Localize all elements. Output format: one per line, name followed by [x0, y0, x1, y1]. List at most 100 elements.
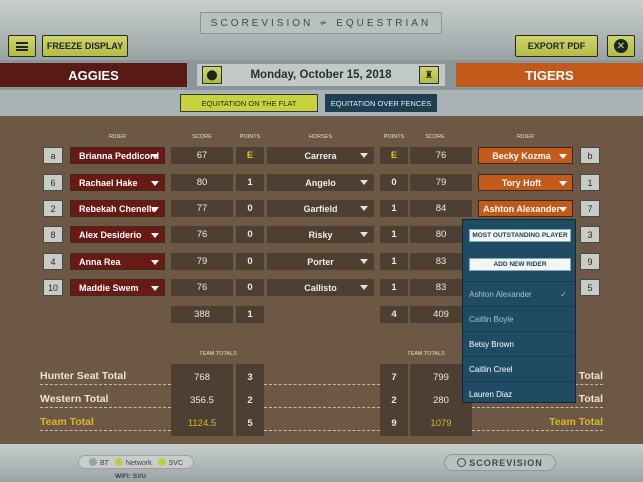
right-score[interactable]: 76: [410, 147, 472, 164]
horse-select[interactable]: Porter: [267, 253, 374, 270]
left-rider-select[interactable]: Brianna Peddicord: [70, 147, 165, 164]
export-pdf-button[interactable]: EXPORT PDF: [515, 35, 598, 57]
most-outstanding-player-button[interactable]: MOST OUTSTANDING PLAYER: [469, 229, 571, 242]
right-rider-select[interactable]: Tory Hoft: [478, 174, 573, 191]
right-rider-number[interactable]: 1: [580, 174, 600, 191]
left-score[interactable]: 76: [171, 279, 233, 296]
right-rider-number[interactable]: 3: [580, 226, 600, 243]
scoreboard-app: SCOREVISION ≁ EQUESTRIAN FREEZE DISPLAY …: [0, 0, 643, 482]
right-score[interactable]: 79: [410, 174, 472, 191]
left-rider-select[interactable]: Alex Desiderio: [70, 226, 165, 243]
bt-status: BT: [88, 457, 109, 467]
horse-name: Carrera: [304, 150, 337, 161]
left-rider-number[interactable]: 6: [43, 174, 63, 191]
left-rider-number[interactable]: a: [43, 147, 63, 164]
dropdown-item-ashton-alexander[interactable]: Ashton Alexander ✓: [463, 281, 575, 306]
col-score-left: SCORE: [192, 134, 212, 140]
left-score[interactable]: 76: [171, 226, 233, 243]
tab-equitation-fences[interactable]: EQUITATION OVER FENCES: [325, 94, 437, 112]
judge-button[interactable]: ♜: [419, 66, 439, 84]
bt-label: BT: [99, 459, 109, 467]
dashed-divider: [264, 407, 380, 408]
left-rider-select[interactable]: Rebekah Chenelle: [70, 200, 165, 217]
network-dot-icon: [114, 457, 123, 466]
dashed-divider: [40, 430, 171, 431]
chevron-down-icon: [360, 180, 368, 185]
total-label-left: Hunter Seat Total: [40, 370, 127, 382]
left-total-score: 1124.5: [187, 418, 217, 429]
left-total-points: 3: [247, 372, 253, 383]
close-button[interactable]: ✕: [607, 35, 635, 57]
dropdown-item-lauren-diaz[interactable]: Lauren Diaz: [463, 381, 575, 406]
total-label-right: Total: [578, 370, 603, 382]
left-total-score: 768: [194, 372, 210, 383]
rider-name: Tory Hoft: [501, 177, 542, 188]
horse-name: Callisto: [304, 282, 337, 293]
rider-name: Alex Desiderio: [79, 229, 142, 240]
dropdown-pointer: [462, 208, 562, 218]
location-button[interactable]: ⬤: [202, 66, 222, 84]
col-points-right: POINTS: [383, 134, 405, 140]
menu-button[interactable]: [8, 35, 36, 57]
dropdown-item-caitlin-creel[interactable]: Caitlin Creel: [463, 356, 575, 381]
right-points: 1: [380, 279, 408, 296]
left-points: 0: [236, 253, 264, 270]
away-team-name: TIGERS: [456, 63, 643, 87]
total-label-left: Western Total: [40, 393, 109, 405]
right-total-points: 9: [391, 418, 397, 429]
horse-select[interactable]: Garfield: [267, 200, 374, 217]
dropdown-item-label: Betsy Brown: [469, 339, 514, 349]
left-rider-select[interactable]: Anna Rea: [70, 253, 165, 270]
right-rider-number[interactable]: 9: [580, 253, 600, 270]
dashed-divider: [472, 407, 603, 408]
left-score-subtotal: 388: [171, 306, 233, 323]
left-score[interactable]: 79: [171, 253, 233, 270]
rider-name: Anna Rea: [79, 256, 121, 267]
bt-dot-icon: [88, 457, 97, 466]
horse-select[interactable]: Risky: [267, 226, 374, 243]
left-rider-select[interactable]: Maddie Swem: [70, 279, 165, 296]
dropdown-item-betsy-brown[interactable]: Betsy Brown: [463, 331, 575, 356]
left-rider-number[interactable]: 4: [43, 253, 63, 270]
left-score[interactable]: 67: [171, 147, 233, 164]
total-label-right: Team Total: [549, 416, 603, 428]
left-total-points: 5: [247, 418, 253, 429]
horse-select[interactable]: Callisto: [267, 279, 374, 296]
right-rider-number[interactable]: 7: [580, 200, 600, 217]
dashed-divider: [264, 384, 380, 385]
dashed-divider: [40, 407, 171, 408]
horse-name: Garfield: [303, 203, 338, 214]
chevron-down-icon: [360, 285, 368, 290]
left-rider-number[interactable]: 2: [43, 200, 63, 217]
right-rider-number[interactable]: b: [580, 147, 600, 164]
left-score[interactable]: 80: [171, 174, 233, 191]
chevron-down-icon: [151, 181, 159, 186]
tab-bar: [0, 90, 643, 116]
rider-name: Maddie Swem: [79, 282, 139, 293]
left-rider-number[interactable]: 8: [43, 226, 63, 243]
chevron-down-icon: [151, 154, 159, 159]
freeze-display-button[interactable]: FREEZE DISPLAY: [42, 35, 128, 57]
right-rider-number[interactable]: 5: [580, 279, 600, 296]
horse-select[interactable]: Carrera: [267, 147, 374, 164]
left-points: E: [236, 147, 264, 164]
left-rider-number[interactable]: 10: [43, 279, 63, 296]
horse-select[interactable]: Angelo: [267, 174, 374, 191]
right-total-points: 2: [391, 395, 397, 406]
left-total-points: 2: [247, 395, 253, 406]
tab-equitation-flat[interactable]: EQUITATION ON THE FLAT: [180, 94, 318, 112]
rider-dropdown[interactable]: MOST OUTSTANDING PLAYER ADD NEW RIDER As…: [462, 219, 576, 403]
dropdown-item-caitlin-boyle[interactable]: Caitlin Boyle: [463, 306, 575, 331]
network-label: Network: [125, 459, 152, 467]
right-rider-select[interactable]: Becky Kozma: [478, 147, 573, 164]
person-icon: ♜: [424, 69, 434, 81]
add-new-rider-button[interactable]: ADD NEW RIDER: [469, 258, 571, 271]
col-points-left: POINTS: [239, 134, 261, 140]
chevron-down-icon: [151, 260, 159, 265]
left-rider-select[interactable]: Rachael Hake: [70, 174, 165, 191]
svc-label: SVC: [168, 459, 184, 467]
left-score[interactable]: 77: [171, 200, 233, 217]
right-points: 1: [380, 200, 408, 217]
right-points: 0: [380, 174, 408, 191]
close-icon: ✕: [614, 39, 628, 53]
